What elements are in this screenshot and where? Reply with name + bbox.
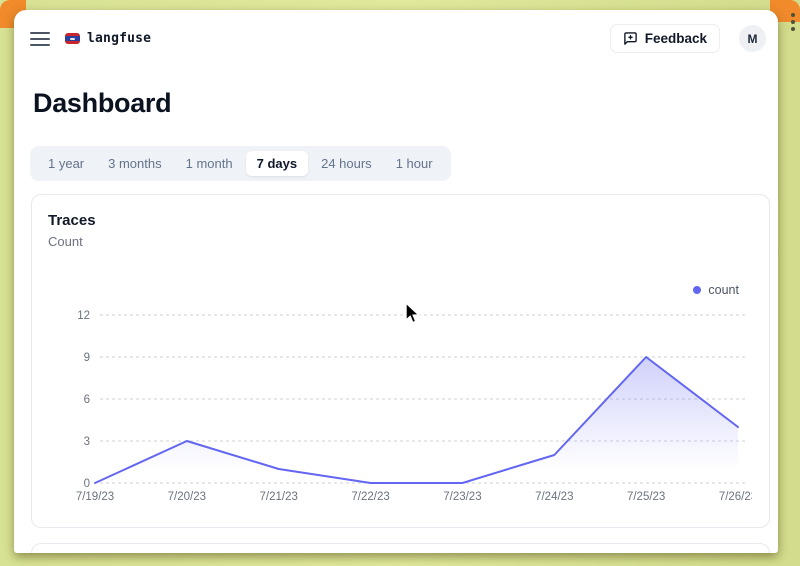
tab-1-year[interactable]: 1 year bbox=[37, 151, 95, 176]
langfuse-logo-icon bbox=[65, 33, 80, 44]
traces-card: Traces Count count 0369127/19/237/20/ bbox=[31, 194, 770, 528]
svg-text:7/25/23: 7/25/23 bbox=[627, 491, 665, 503]
screenshot-frame: langfuse Feedback M Dashboard bbox=[0, 0, 800, 566]
svg-text:0: 0 bbox=[84, 478, 90, 490]
svg-text:7/24/23: 7/24/23 bbox=[535, 491, 573, 503]
date-range-tabs: 1 year 3 months 1 month 7 days 24 hours … bbox=[30, 146, 451, 181]
tab-24-hours[interactable]: 24 hours bbox=[310, 151, 383, 176]
tab-3-months[interactable]: 3 months bbox=[97, 151, 172, 176]
tab-1-hour[interactable]: 1 hour bbox=[385, 151, 444, 176]
svg-text:7/22/23: 7/22/23 bbox=[351, 491, 389, 503]
feedback-button[interactable]: Feedback bbox=[610, 24, 720, 53]
legend-dot-icon bbox=[693, 286, 701, 294]
top-bar: langfuse Feedback M bbox=[14, 10, 778, 53]
brand-name: langfuse bbox=[87, 31, 151, 46]
app-window: langfuse Feedback M Dashboard bbox=[14, 10, 778, 553]
message-square-plus-icon bbox=[623, 31, 638, 46]
brand[interactable]: langfuse bbox=[65, 31, 151, 46]
hamburger-menu-icon[interactable] bbox=[30, 31, 50, 47]
svg-text:7/20/23: 7/20/23 bbox=[168, 491, 206, 503]
svg-text:7/21/23: 7/21/23 bbox=[260, 491, 298, 503]
tab-7-days[interactable]: 7 days bbox=[246, 151, 308, 176]
svg-text:7/26/23: 7/26/23 bbox=[719, 491, 752, 503]
svg-text:9: 9 bbox=[84, 352, 90, 364]
chart-legend: count bbox=[48, 283, 739, 297]
frame-menu-dots-icon[interactable] bbox=[791, 13, 795, 31]
svg-text:7/19/23: 7/19/23 bbox=[76, 491, 114, 503]
svg-text:6: 6 bbox=[84, 394, 90, 406]
page-title: Dashboard bbox=[33, 88, 778, 119]
svg-text:12: 12 bbox=[77, 310, 90, 322]
user-avatar[interactable]: M bbox=[739, 25, 766, 52]
card-subtitle: Count bbox=[48, 234, 753, 249]
traces-area-chart[interactable]: 0 3 6 9 12 7/19/23 7/20/23 7/21/23 7/22/23 7/23/2… bbox=[48, 303, 753, 507]
next-card-partial bbox=[31, 543, 770, 553]
legend-label: count bbox=[708, 283, 739, 297]
card-title: Traces bbox=[48, 212, 753, 229]
tab-1-month[interactable]: 1 month bbox=[175, 151, 244, 176]
svg-text:7/23/23: 7/23/23 bbox=[443, 491, 481, 503]
feedback-label: Feedback bbox=[645, 31, 707, 46]
svg-text:3: 3 bbox=[84, 436, 90, 448]
